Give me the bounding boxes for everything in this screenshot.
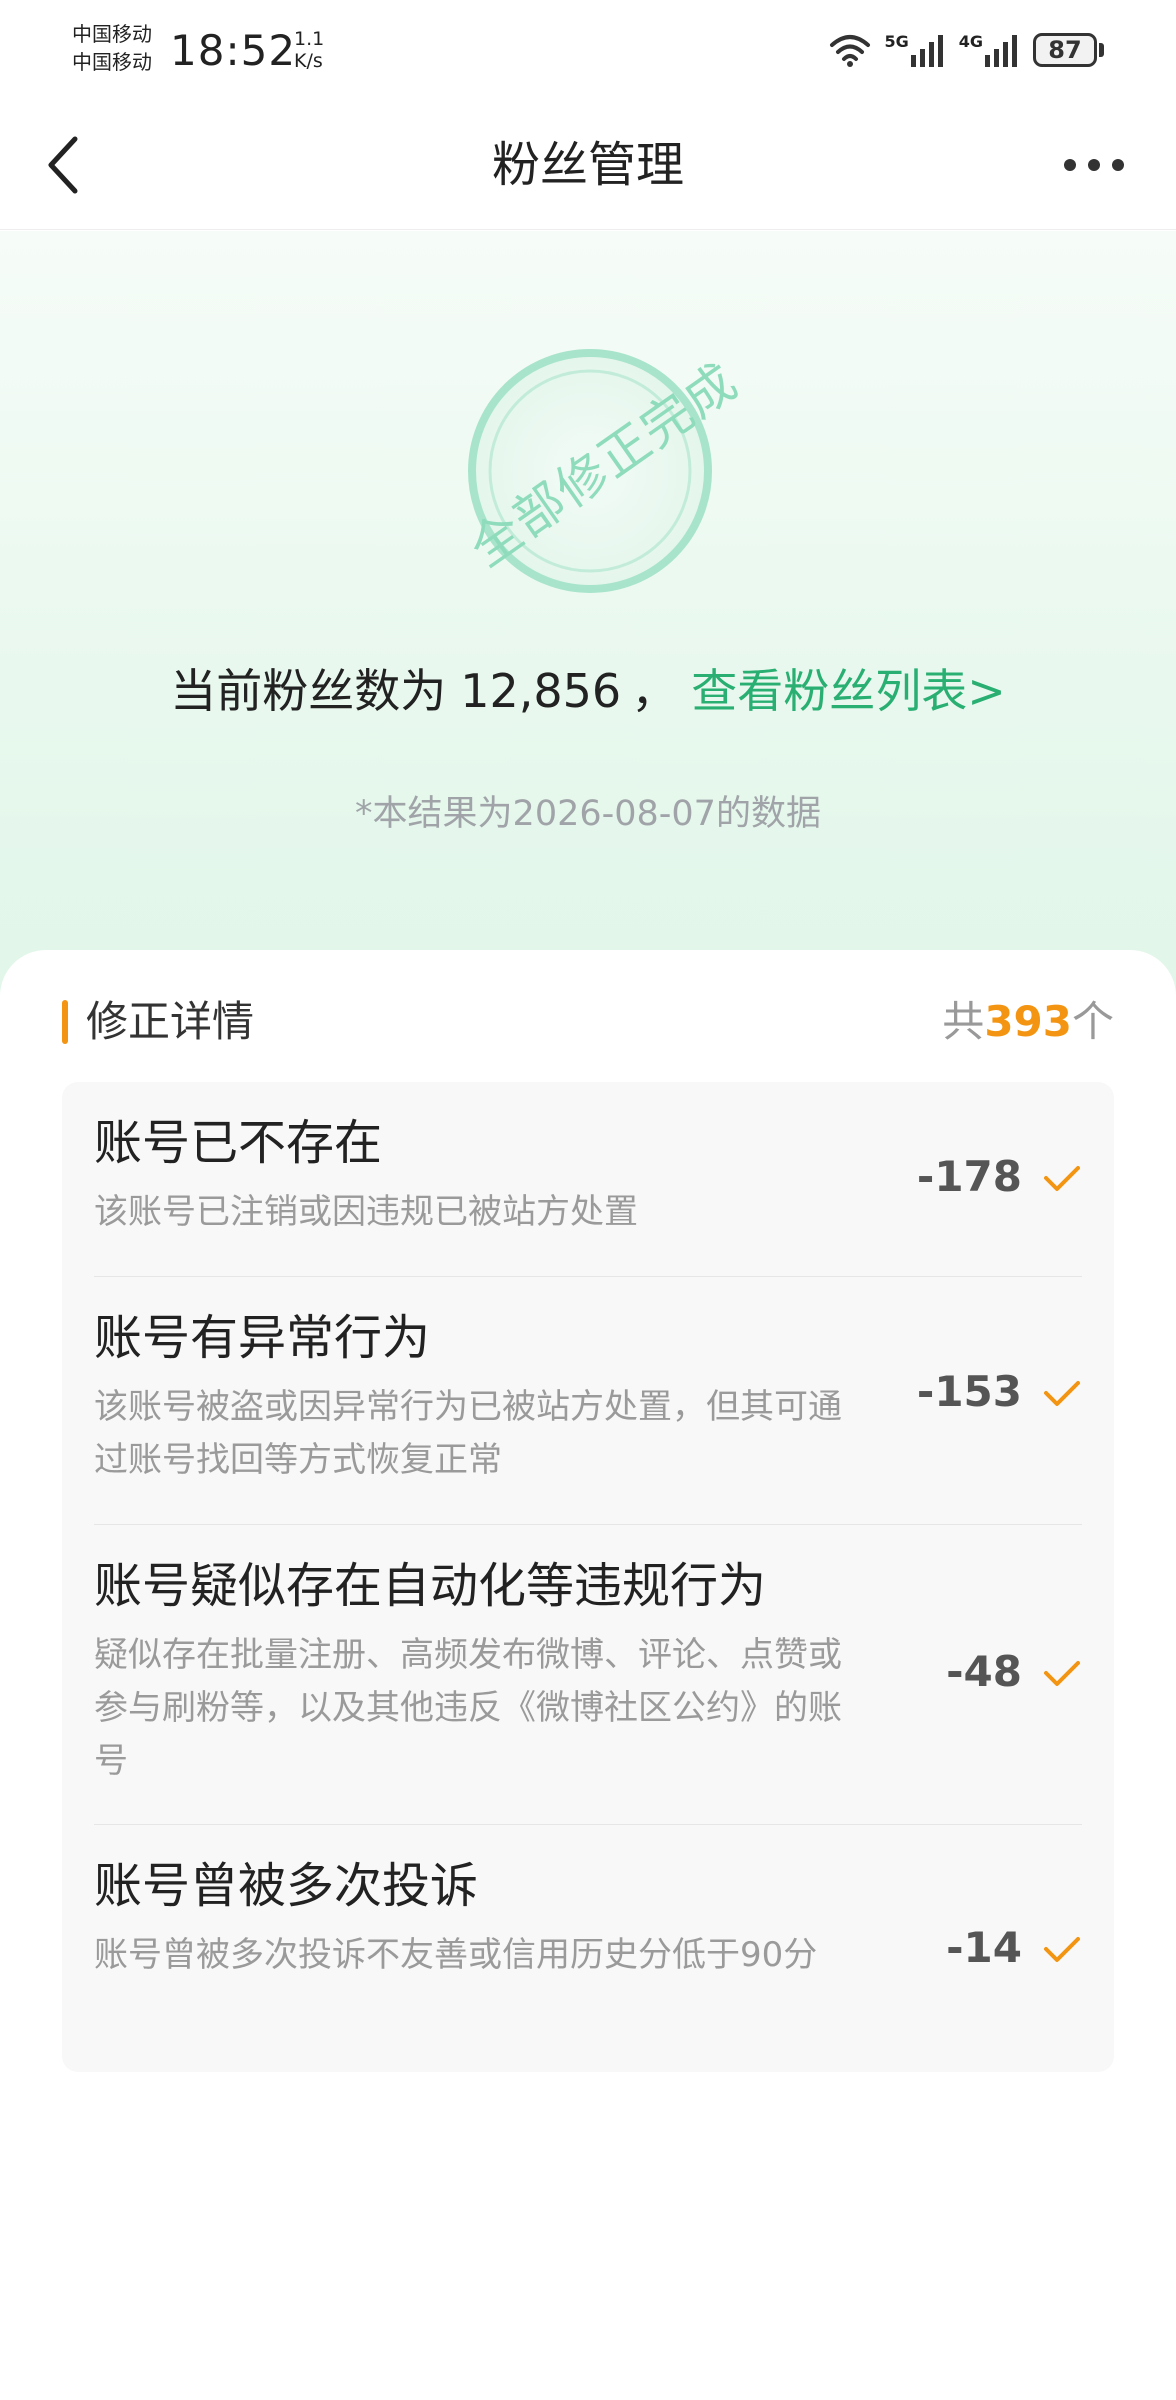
- list-item: 账号已不存在 该账号已注销或因违规已被站方处置 -178: [94, 1082, 1082, 1276]
- fans-count-line: 当前粉丝数为 12,856，查看粉丝列表>: [0, 661, 1176, 721]
- total-number: 393: [984, 997, 1072, 1046]
- net-speed-unit: K/s: [294, 50, 323, 72]
- more-dot: [1112, 159, 1124, 171]
- item-title: 账号曾被多次投诉: [94, 1858, 479, 1914]
- battery-level: 87: [1033, 33, 1097, 67]
- list-item: 账号有异常行为 该账号被盗或因异常行为已被站方处置，但其可通过账号找回等方式恢复…: [94, 1276, 1082, 1524]
- item-title: 账号已不存在: [94, 1115, 383, 1171]
- fans-management-page: 中国移动 中国移动 18:52 1.1 K/s 5G 4G 87 粉丝管理 全部…: [0, 0, 1176, 2400]
- item-desc: 该账号已注销或因违规已被站方处置: [94, 1192, 638, 1232]
- item-title: 账号疑似存在自动化等违规行为: [94, 1558, 767, 1614]
- check-icon: [1044, 1937, 1080, 1962]
- view-fans-list-link[interactable]: 查看粉丝列表>: [691, 664, 1006, 718]
- section-accent-bar: [62, 1000, 68, 1044]
- hero-section: 全部修正完成 当前粉丝数为 12,856，查看粉丝列表> *本结果为2026-08…: [0, 231, 1176, 1011]
- status-time: 18:52: [170, 26, 297, 75]
- signal-4g-icon: 4G: [959, 33, 1021, 67]
- net-speed: 1.1 K/s: [294, 28, 324, 72]
- data-date-note: *本结果为2026-08-07的数据: [355, 794, 821, 834]
- list-item: 账号疑似存在自动化等违规行为 疑似存在批量注册、高频发布微博、评论、点赞或参与刷…: [94, 1524, 1082, 1824]
- signal-2-label: 4G: [958, 32, 983, 51]
- item-title: 账号有异常行为: [94, 1310, 431, 1366]
- signal-1-label: 5G: [884, 32, 909, 51]
- item-desc: 疑似存在批量注册、高频发布微博、评论、点赞或参与刷粉等，以及其他违反《微博社区公…: [94, 1635, 842, 1781]
- total-prefix: 共: [942, 997, 985, 1046]
- carrier-1: 中国移动: [72, 22, 152, 46]
- fans-count: 12,856: [460, 664, 622, 718]
- signal-5g-icon: 5G: [884, 33, 946, 67]
- more-dot: [1064, 159, 1076, 171]
- total-count: 共393个: [942, 992, 1114, 1052]
- more-dot: [1088, 159, 1100, 171]
- carrier-info: 中国移动 中国移动: [72, 20, 152, 76]
- check-icon: [1044, 1661, 1080, 1686]
- wifi-icon: [828, 33, 872, 67]
- battery-icon: 87: [1033, 33, 1104, 67]
- section-header: 修正详情 共393个: [62, 992, 1114, 1052]
- item-count: -153: [916, 1367, 1022, 1416]
- completion-stamp: 全部修正完成: [440, 321, 749, 621]
- status-icons: 5G 4G 87: [828, 28, 1104, 72]
- check-icon: [1044, 1166, 1080, 1191]
- status-bar: 中国移动 中国移动 18:52 1.1 K/s 5G 4G 87: [0, 0, 1176, 100]
- correction-list: 账号已不存在 该账号已注销或因违规已被站方处置 -178 账号有异常行为 该账号…: [62, 1082, 1114, 2072]
- net-speed-value: 1.1: [294, 28, 325, 50]
- carrier-2: 中国移动: [72, 50, 152, 74]
- more-button[interactable]: [1052, 134, 1136, 196]
- battery-cap: [1099, 43, 1104, 57]
- section-title: 修正详情: [86, 997, 255, 1046]
- item-count: -178: [916, 1152, 1022, 1201]
- item-count: -48: [946, 1647, 1022, 1696]
- details-card: 修正详情 共393个 账号已不存在 该账号已注销或因违规已被站方处置 -178 …: [0, 950, 1176, 2400]
- fans-prefix: 当前粉丝数为: [170, 664, 447, 718]
- item-count: -14: [946, 1923, 1022, 1972]
- list-item: 账号曾被多次投诉 账号曾被多次投诉不友善或信用历史分低于90分 -14: [94, 1824, 1082, 2072]
- page-title: 粉丝管理: [491, 137, 684, 193]
- total-suffix: 个: [1071, 997, 1114, 1046]
- fans-comma: ，: [631, 664, 678, 718]
- check-icon: [1044, 1381, 1080, 1406]
- nav-bar: 粉丝管理: [0, 100, 1176, 230]
- item-desc: 该账号被盗或因异常行为已被站方处置，但其可通过账号找回等方式恢复正常: [94, 1387, 842, 1480]
- item-desc: 账号曾被多次投诉不友善或信用历史分低于90分: [94, 1935, 818, 1975]
